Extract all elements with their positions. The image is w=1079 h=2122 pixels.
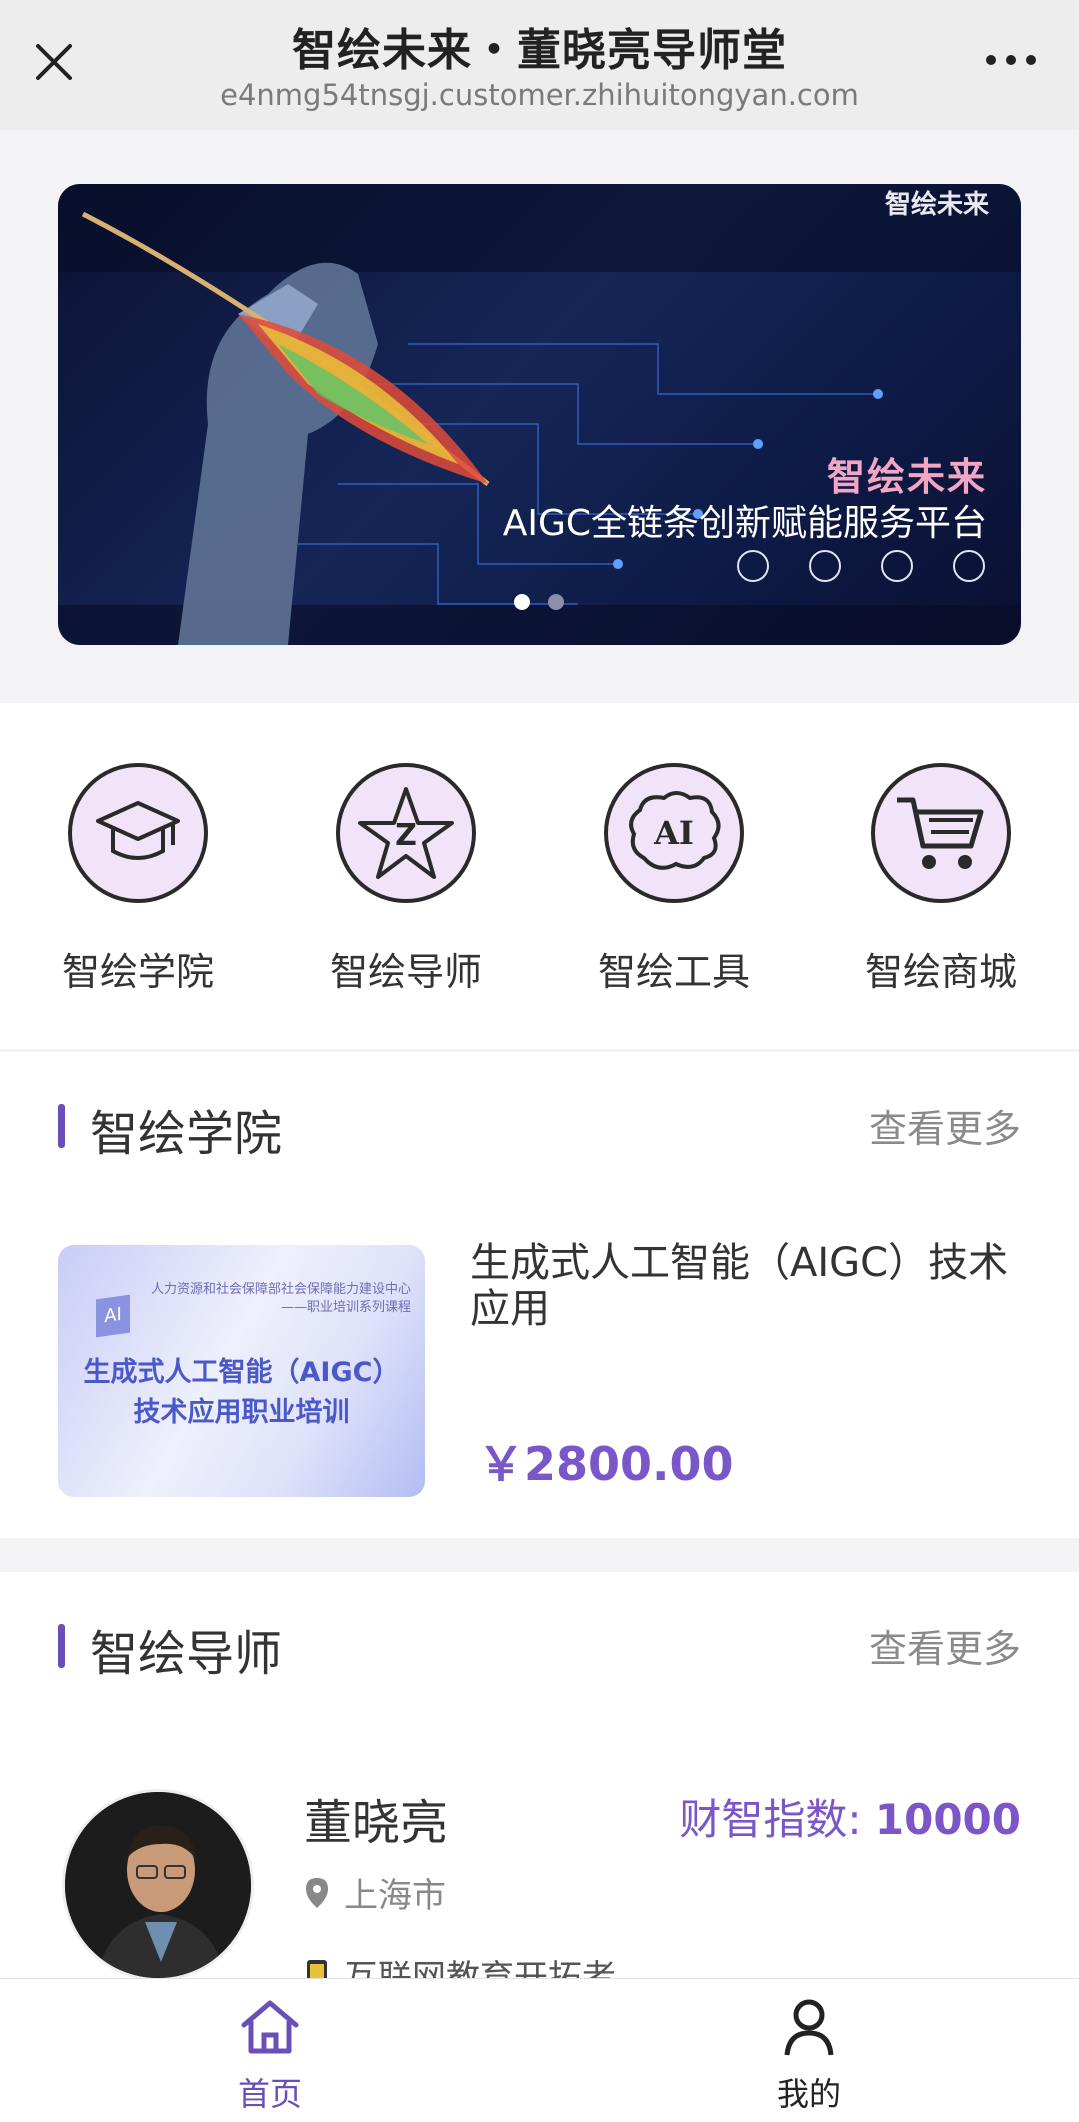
- banner-carousel[interactable]: 智绘未来 智绘未来 AIGC全链条创新赋能服务平台: [58, 184, 1021, 645]
- banner-title: 智绘未来: [826, 455, 987, 499]
- ai-icon: AI: [96, 1294, 130, 1338]
- home-icon: [241, 2000, 299, 2054]
- teacher-city: 上海市: [344, 1876, 446, 1916]
- quicknav-label: 智绘工具: [597, 950, 750, 994]
- graduation-cap-icon: [881, 550, 913, 582]
- svg-text:AI: AI: [653, 814, 694, 852]
- banner-logo: 智绘未来: [884, 190, 989, 220]
- ai-brain-icon: AI: [604, 763, 744, 903]
- mentor-see-more-link[interactable]: 查看更多: [869, 1618, 1021, 1673]
- shopping-cart-icon: [871, 763, 1011, 903]
- tab-home[interactable]: 首页: [170, 1995, 370, 2115]
- page-url: e4nmg54tnsgj.customer.zhihuitongyan.com: [220, 78, 859, 112]
- quicknav-label: 智绘商城: [864, 950, 1017, 994]
- teacher-score-value: 10000: [874, 1795, 1021, 1844]
- teacher-score-label: 财智指数:: [679, 1795, 862, 1844]
- teacher-avatar[interactable]: [62, 1789, 254, 1981]
- quicknav-mall[interactable]: 智绘商城: [836, 763, 1046, 996]
- course-title[interactable]: 生成式人工智能（AIGC）技术应用: [470, 1240, 1010, 1332]
- tab-profile[interactable]: 我的: [709, 1995, 909, 2115]
- star-icon: Z: [336, 763, 476, 903]
- tab-profile-label: 我的: [776, 2075, 841, 2113]
- bottom-tab-bar: 首页 我的: [0, 1978, 1079, 2122]
- user-icon: [784, 1999, 834, 2056]
- course-thumbnail-header: 人力资源和社会保障部社会保障能力建设中心 ——职业培训系列课程: [150, 1282, 411, 1315]
- section-accent-bar: [58, 1624, 65, 1668]
- teacher-name[interactable]: 董晓亮: [304, 1783, 448, 1853]
- more-options-icon[interactable]: [983, 50, 1039, 70]
- carousel-dot-2[interactable]: [548, 594, 564, 610]
- carousel-dot-1[interactable]: [514, 594, 530, 610]
- top-bar: 智绘未来・董晓亮导师堂 e4nmg54tnsgj.customer.zhihui…: [0, 0, 1079, 130]
- mentor-section-header: 智绘导师 查看更多: [58, 1614, 1021, 1682]
- close-icon[interactable]: [32, 40, 76, 84]
- section-accent-bar: [58, 1104, 65, 1148]
- teacher-location: 上海市: [304, 1868, 446, 1917]
- academy-section-header: 智绘学院 查看更多: [58, 1094, 1021, 1162]
- carousel-indicator: [514, 594, 564, 610]
- quicknav-mentor[interactable]: Z 智绘导师: [301, 763, 511, 996]
- quicknav-label: 智绘导师: [329, 950, 482, 994]
- graduation-cap-icon: [68, 763, 208, 903]
- academy-section-title: 智绘学院: [90, 1106, 283, 1162]
- course-price: ￥2800.00: [478, 1437, 734, 1491]
- course-thumbnail-title: 生成式人工智能（AIGC） 技术应用职业培训: [83, 1357, 400, 1428]
- page-title: 智绘未来・董晓亮导师堂: [292, 25, 787, 76]
- mentor-section-title: 智绘导师: [90, 1626, 283, 1682]
- quicknav-label: 智绘学院: [61, 950, 214, 994]
- svg-text:Z: Z: [395, 818, 417, 853]
- ai-icon: [737, 550, 769, 582]
- quicknav-tools[interactable]: AI 智绘工具: [569, 763, 779, 996]
- banner-subtitle: AIGC全链条创新赋能服务平台: [502, 503, 987, 544]
- shopping-cart-icon: [953, 550, 985, 582]
- quick-nav: 智绘学院 Z 智绘导师 AI 智绘工具 智绘商城: [0, 703, 1079, 1049]
- teacher-score: 财智指数: 10000: [679, 1786, 1021, 1847]
- quicknav-academy[interactable]: 智绘学院: [33, 763, 243, 996]
- banner-icons: [737, 550, 985, 582]
- star-icon: [809, 550, 841, 582]
- course-thumbnail[interactable]: 人力资源和社会保障部社会保障能力建设中心 ——职业培训系列课程 AI 生成式人工…: [58, 1245, 425, 1497]
- location-pin-icon: [306, 1877, 328, 1908]
- academy-see-more-link[interactable]: 查看更多: [869, 1098, 1021, 1153]
- tab-home-label: 首页: [237, 2075, 302, 2113]
